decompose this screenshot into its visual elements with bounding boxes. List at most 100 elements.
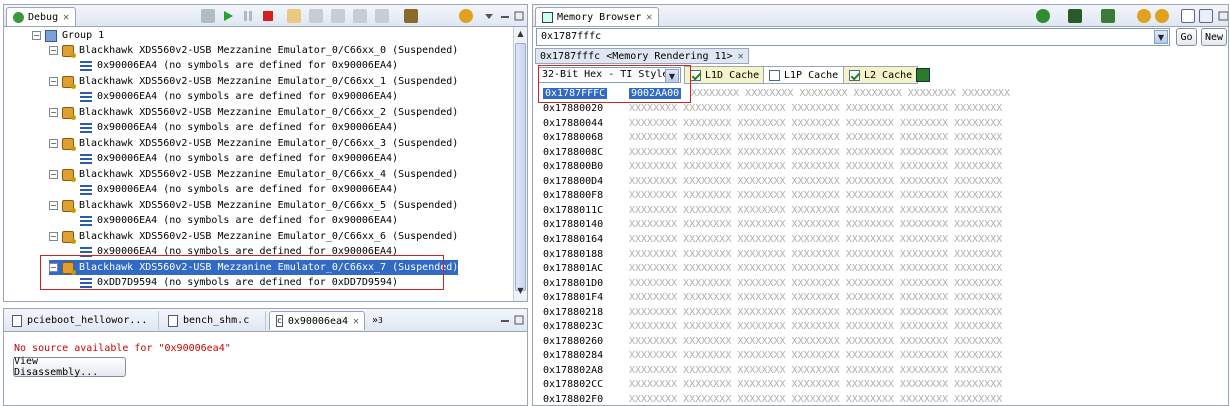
maximize-icon[interactable] (512, 313, 526, 327)
tree-group[interactable]: − Group 1 (32, 28, 104, 43)
scroll-thumb[interactable] (515, 43, 526, 291)
close-icon[interactable]: ✕ (353, 316, 359, 327)
debug-scrollbar[interactable]: ▲ ▼ (513, 27, 527, 301)
collapse-icon[interactable]: − (49, 108, 58, 117)
memory-value-cell[interactable]: 9002AA00 (629, 88, 691, 100)
memory-row[interactable]: 0x17880044 XXXXXXXX XXXXXXXX XXXXXXXX XXX… (543, 118, 1002, 130)
tree-frame-row[interactable]: 0x90006EA4 (no symbols are defined for 0… (80, 151, 398, 166)
memory-row[interactable]: 0x17880218 XXXXXXXX XXXXXXXX XXXXXXXX XXX… (543, 307, 1002, 319)
asm-step-over-icon[interactable] (375, 9, 389, 23)
l2-cache-checkbox[interactable] (849, 69, 860, 81)
tab-debug[interactable]: Debug ✕ (6, 7, 77, 26)
restart-icon[interactable] (459, 9, 473, 23)
memory-row[interactable]: 0x178800D4 XXXXXXXX XXXXXXXX XXXXXXXX XXX… (543, 176, 1002, 188)
tree-frame-row[interactable]: 0x90006EA4 (no symbols are defined for 0… (80, 89, 398, 104)
collapse-icon[interactable]: − (49, 170, 58, 179)
remove-terminated-icon[interactable] (201, 9, 215, 23)
scroll-up-icon[interactable]: ▲ (515, 29, 526, 42)
memory-row[interactable]: 0x178800B0 XXXXXXXX XXXXXXXX XXXXXXXX XXX… (543, 161, 1002, 173)
memory-row[interactable]: 0x178801F4 XXXXXXXX XXXXXXXX XXXXXXXX XXX… (543, 292, 1002, 304)
step-over-icon[interactable] (309, 9, 323, 23)
tree-target-row[interactable]: − Blackhawk XDS560v2-USB Mezzanine Emulat… (49, 74, 458, 89)
maximize-icon[interactable] (512, 9, 526, 23)
minimize-icon[interactable] (498, 313, 512, 327)
link-icon[interactable] (1137, 9, 1151, 23)
sync-icon[interactable] (1155, 9, 1169, 23)
terminate-icon[interactable] (261, 9, 275, 23)
collapse-icon[interactable]: − (49, 232, 58, 241)
memory-address-input[interactable]: 0x1787fffc ▼ (536, 28, 1170, 46)
memory-address: 0x17880068 (543, 132, 604, 144)
minimize-icon[interactable] (498, 9, 512, 23)
go-button[interactable]: Go (1176, 28, 1197, 46)
tree-frame-row[interactable]: 0x90006EA4 (no symbols are defined for 0… (80, 120, 398, 135)
tab-overflow[interactable]: » 3 (366, 311, 389, 330)
memory-row[interactable]: 0x178802CC XXXXXXXX XXXXXXXX XXXXXXXX XXX… (543, 379, 1002, 391)
resume-icon[interactable] (221, 9, 235, 23)
collapse-icon[interactable]: − (32, 31, 41, 40)
group-label: Group 1 (62, 30, 105, 41)
asm-step-into-icon[interactable] (353, 9, 367, 23)
tab-bench-shm[interactable]: bench_shm.c (162, 311, 266, 330)
tree-frame-row[interactable]: 0x90006EA4 (no symbols are defined for 0… (80, 213, 398, 228)
close-icon[interactable]: ✕ (646, 12, 652, 23)
l1p-cache-toggle[interactable]: L1P Cache (763, 66, 845, 84)
l1p-cache-checkbox[interactable] (769, 69, 780, 81)
memory-row[interactable]: 0x1788008C XXXXXXXX XXXXXXXX XXXXXXXX XXX… (543, 147, 1002, 159)
step-into-icon[interactable] (287, 9, 301, 23)
memory-row-first[interactable]: 0x1787FFFC 9002AA00 XXXXXXXX XXXXXXXX XX… (543, 88, 1010, 100)
memory-row[interactable]: 0x1788023C XXXXXXXX XXXXXXXX XXXXXXXX XXX… (543, 321, 1002, 333)
memory-row[interactable]: 0x17880020 XXXXXXXX XXXXXXXX XXXXXXXX XXX… (543, 103, 1002, 115)
new-button[interactable]: New (1201, 28, 1227, 46)
maximize-icon[interactable] (1217, 9, 1228, 23)
tab-disassembly-address[interactable]: c 0x90006ea4 ✕ (269, 311, 365, 330)
tree-target-row[interactable]: − Blackhawk XDS560v2-USB Mezzanine Emulat… (49, 198, 458, 213)
load-memory-icon[interactable] (1101, 9, 1115, 23)
memory-row[interactable]: 0x17880260 XXXXXXXX XXXXXXXX XXXXXXXX XXX… (543, 336, 1002, 348)
view-disassembly-button[interactable]: View Disassembly... (13, 356, 126, 378)
memory-row[interactable]: 0x178802A8 XXXXXXXX XXXXXXXX XXXXXXXX XXX… (543, 365, 1002, 377)
memory-address: 0x1788008C (543, 146, 604, 158)
reset-icon[interactable] (404, 9, 418, 23)
memory-row[interactable]: 0x178801D0 XXXXXXXX XXXXXXXX XXXXXXXX XXX… (543, 278, 1002, 290)
tree-target-row[interactable]: − Blackhawk XDS560v2-USB Mezzanine Emulat… (49, 229, 458, 244)
collapse-icon[interactable]: − (49, 46, 58, 55)
memory-row[interactable]: 0x17880068 XXXXXXXX XXXXXXXX XXXXXXXX XXX… (543, 132, 1002, 144)
l2-cache-toggle[interactable]: L2 Cache (843, 66, 919, 84)
l1d-cache-checkbox[interactable] (690, 69, 701, 81)
step-return-icon[interactable] (331, 9, 345, 23)
chevron-down-icon[interactable]: ▼ (1154, 30, 1168, 44)
memory-row[interactable]: 0x17880188 XXXXXXXX XXXXXXXX XXXXXXXX XXX… (543, 249, 1002, 261)
memory-row[interactable]: 0x17880164 XXXXXXXX XXXXXXXX XXXXXXXX XXX… (543, 234, 1002, 246)
tab-pcieboot[interactable]: pcieboot_hellowor... (6, 311, 159, 330)
memory-row[interactable]: 0x17880284 XXXXXXXX XXXXXXXX XXXXXXXX XXX… (543, 350, 1002, 362)
memory-row[interactable]: 0x1788011C XXXXXXXX XXXXXXXX XXXXXXXX XXX… (543, 205, 1002, 217)
tree-target-row[interactable]: − Blackhawk XDS560v2-USB Mezzanine Emulat… (49, 136, 458, 151)
memory-row[interactable]: 0x178800F8 XXXXXXXX XXXXXXXX XXXXXXXX XXX… (543, 190, 1002, 202)
refresh-icon[interactable] (1036, 9, 1050, 23)
save-memory-icon[interactable] (1068, 9, 1082, 23)
close-icon[interactable]: ✕ (63, 12, 69, 23)
tab-memory-rendering[interactable]: 0x1787fffc <Memory Rendering 11> ✕ (535, 48, 749, 64)
tree-frame-row[interactable]: 0x90006EA4 (no symbols are defined for 0… (80, 58, 398, 73)
memory-row[interactable]: 0x178802F0 XXXXXXXX XXXXXXXX XXXXXXXX XXX… (543, 394, 1002, 406)
tree-target-row[interactable]: − Blackhawk XDS560v2-USB Mezzanine Emulat… (49, 167, 458, 182)
scroll-down-icon[interactable]: ▼ (515, 286, 526, 299)
suspend-icon[interactable] (241, 9, 255, 23)
tree-frame-row[interactable]: 0x90006EA4 (no symbols are defined for 0… (80, 182, 398, 197)
close-icon[interactable]: ✕ (738, 51, 744, 62)
memory-data: XXXXXXXX XXXXXXXX XXXXXXXX XXXXXXXX XXXX… (629, 233, 1003, 245)
view-menu-icon[interactable] (482, 9, 496, 23)
tab-memory-browser[interactable]: Memory Browser ✕ (535, 7, 660, 26)
collapse-icon[interactable]: − (49, 77, 58, 86)
new-view-icon[interactable] (1181, 9, 1195, 23)
memory-row[interactable]: 0x178801AC XXXXXXXX XXXXXXXX XXXXXXXX XXX… (543, 263, 1002, 275)
cache-options-icon[interactable] (916, 68, 930, 82)
tree-target-row[interactable]: − Blackhawk XDS560v2-USB Mezzanine Emulat… (49, 43, 458, 58)
collapse-icon[interactable]: − (49, 201, 58, 210)
pin-icon[interactable] (1199, 9, 1213, 23)
memory-row[interactable]: 0x17880140 XXXXXXXX XXXXXXXX XXXXXXXX XXX… (543, 219, 1002, 231)
tree-target-row[interactable]: − Blackhawk XDS560v2-USB Mezzanine Emulat… (49, 105, 458, 120)
l1d-cache-toggle[interactable]: L1D Cache (684, 66, 766, 84)
collapse-icon[interactable]: − (49, 139, 58, 148)
